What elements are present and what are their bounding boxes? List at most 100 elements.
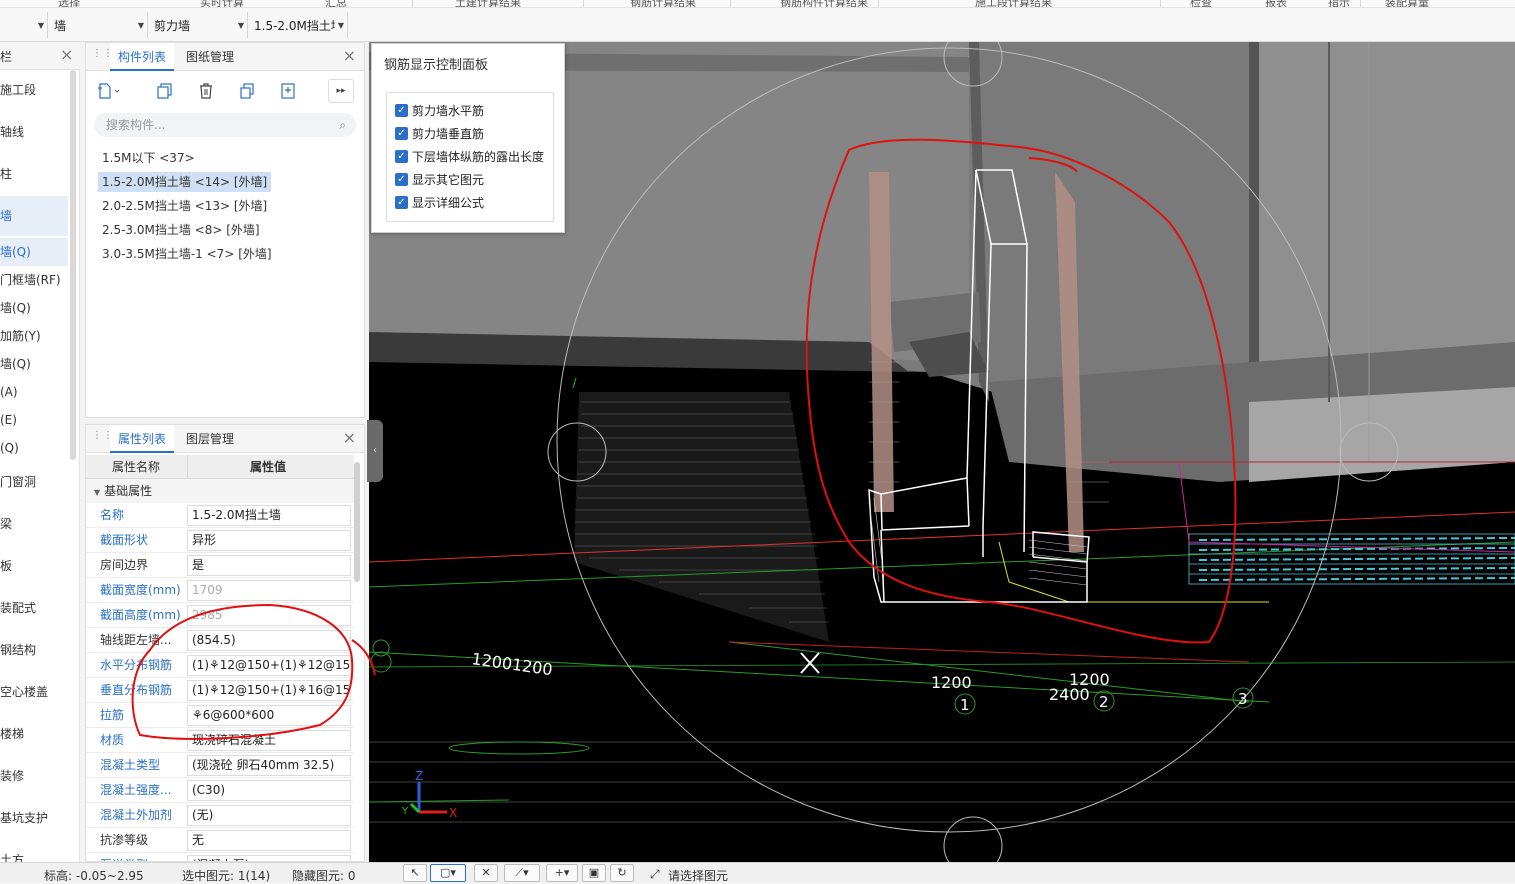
screen-icon[interactable]: ▣: [582, 864, 606, 882]
checkbox-show-other-elements[interactable]: ✓ 显示其它图元: [395, 170, 484, 188]
property-group-basic[interactable]: ▼ 基础属性: [86, 479, 354, 503]
property-scrollbar[interactable]: [354, 462, 360, 582]
property-panel-tabs: ⋮⋮ 属性列表 图层管理 ×: [86, 425, 364, 453]
nav-item[interactable]: 墙: [0, 196, 68, 236]
copy-icon[interactable]: [152, 79, 178, 103]
ribbon-item[interactable]: 实时计算: [200, 0, 244, 7]
property-value-field[interactable]: (C30): [187, 780, 351, 801]
layer-copy-icon[interactable]: [275, 79, 301, 103]
nav-item[interactable]: (A): [0, 378, 68, 406]
component-list-item[interactable]: 1.5-2.0M挡土墙 <14> [外墙]: [98, 172, 272, 192]
nav-item[interactable]: 墙(Q): [0, 350, 68, 378]
rotate-icon[interactable]: ↻: [610, 864, 634, 882]
close-icon[interactable]: ×: [343, 430, 356, 446]
svg-text:1: 1: [960, 696, 970, 714]
nav-item[interactable]: 墙(Q): [0, 238, 68, 266]
ribbon-item[interactable]: 土建计算结果: [455, 0, 521, 7]
tab-layer-management[interactable]: 图层管理: [178, 425, 242, 453]
nav-item[interactable]: 板: [0, 546, 68, 586]
nav-item[interactable]: 装配式: [0, 588, 68, 628]
nav-item[interactable]: 加筋(Y): [0, 322, 68, 350]
status-bar: 标高: -0.05~2.95 选中图元: 1(14) 隐藏图元: 0 ↖ ▢▾ …: [0, 862, 1515, 883]
more-tools-icon[interactable]: ▸▸: [328, 79, 354, 103]
tab-drawing-management[interactable]: 图纸管理: [178, 43, 242, 71]
property-value-field[interactable]: (现浇砼 卵石40mm 32.5): [187, 755, 351, 776]
floor-dropdown[interactable]: ▼: [0, 12, 48, 38]
nav-item[interactable]: (Q): [0, 434, 68, 462]
duplicate-icon[interactable]: [234, 79, 260, 103]
box-select-icon[interactable]: ▢▾: [430, 864, 466, 882]
property-value-field[interactable]: 2985: [187, 605, 351, 626]
property-value-field[interactable]: (1)⚘12@150+(1)⚘16@150: [187, 680, 351, 701]
component-list-item[interactable]: 2.0-2.5M挡土墙 <13> [外墙]: [98, 196, 271, 216]
cross-select-icon[interactable]: ✕: [474, 864, 498, 882]
nav-item[interactable]: 楼梯: [0, 714, 68, 754]
category-dropdown[interactable]: 墙 ▼: [48, 12, 148, 38]
property-value-field[interactable]: (无): [187, 805, 351, 826]
line-select-icon[interactable]: ⟋▾: [504, 864, 540, 882]
close-icon[interactable]: ×: [60, 45, 73, 64]
property-row: 混凝土强度... (C30): [86, 778, 354, 803]
drag-handle-icon[interactable]: ⋮⋮: [92, 431, 113, 446]
property-value-field[interactable]: 1709: [187, 580, 351, 601]
ribbon-item[interactable]: 检查: [1190, 0, 1212, 7]
nav-item[interactable]: 梁: [0, 504, 68, 544]
tab-property-list[interactable]: 属性列表: [110, 425, 175, 453]
checkbox-horizontal-rebar[interactable]: ✓ 剪力墙水平筋: [395, 101, 484, 119]
ribbon-item[interactable]: 报表: [1265, 0, 1287, 7]
svg-text:Z: Z: [415, 769, 423, 783]
select-mode-icon[interactable]: ↖: [403, 864, 427, 882]
property-row: 拉筋 ⚘6@600*600: [86, 703, 354, 728]
property-value-field[interactable]: 异形: [187, 530, 351, 551]
nav-item[interactable]: 施工段: [0, 70, 68, 110]
nav-item[interactable]: 轴线: [0, 112, 68, 152]
property-row: 泵送类型(混凝土泵): [86, 853, 354, 861]
component-list-item[interactable]: 2.5-3.0M挡土墙 <8> [外墙]: [98, 220, 264, 240]
ribbon-item[interactable]: 钢筋构件计算结果: [780, 0, 868, 7]
checkbox-exposed-length[interactable]: ✓ 下层墙体纵筋的露出长度: [395, 147, 544, 165]
nav-item[interactable]: 装修: [0, 756, 68, 796]
component-list-item[interactable]: 3.0-3.5M挡土墙-1 <7> [外墙]: [98, 244, 276, 264]
property-value-field[interactable]: (1)⚘12@150+(1)⚘12@150: [187, 655, 351, 676]
nav-item[interactable]: 空心楼盖: [0, 672, 68, 712]
property-name: 垂直分布钢筋: [100, 683, 173, 697]
drag-handle-icon[interactable]: ⋮⋮: [92, 49, 113, 64]
ribbon-item[interactable]: 装配算量: [1385, 0, 1429, 7]
search-input[interactable]: 搜索构件... ⌕: [94, 113, 356, 137]
ribbon-item[interactable]: 钢筋计算结果: [630, 0, 696, 7]
property-value-field[interactable]: (混凝土泵): [187, 855, 351, 861]
tab-component-list[interactable]: 构件列表: [110, 43, 175, 71]
chevron-down-icon: ▼: [37, 20, 45, 30]
nav-item[interactable]: 门框墙(RF): [0, 266, 68, 294]
property-value-field[interactable]: (854.5): [187, 630, 351, 651]
ribbon-item[interactable]: 选择: [58, 0, 80, 7]
nav-item[interactable]: 柱: [0, 154, 68, 194]
property-value-field[interactable]: ⚘6@600*600: [187, 705, 351, 726]
property-value-field[interactable]: 1.5-2.0M挡土墙: [187, 505, 351, 526]
nav-item[interactable]: 钢结构: [0, 630, 68, 670]
nav-item[interactable]: 墙(Q): [0, 294, 68, 322]
property-value-field[interactable]: 是: [187, 555, 351, 576]
add-point-icon[interactable]: +▾: [546, 864, 578, 882]
component-list-item[interactable]: 1.5M以下 <37>: [98, 148, 199, 168]
left-navigation-scrollbar[interactable]: [70, 70, 76, 460]
new-component-button[interactable]: [96, 79, 122, 103]
property-value-field[interactable]: 无: [187, 830, 351, 851]
type-dropdown[interactable]: 剪力墙 ▼: [148, 12, 248, 38]
ribbon-item[interactable]: 指示: [1328, 0, 1350, 7]
close-icon[interactable]: ×: [343, 48, 356, 64]
nav-item[interactable]: 门窗洞: [0, 462, 68, 502]
property-row: 水平分布钢筋 (1)⚘12@150+(1)⚘12@150: [86, 653, 354, 678]
nav-item[interactable]: 基坑支护: [0, 798, 68, 838]
checkbox-show-detailed-formula[interactable]: ✓ 显示详细公式: [395, 193, 484, 211]
delete-icon[interactable]: [193, 79, 219, 103]
nav-item[interactable]: (E): [0, 406, 68, 434]
axes-gizmo: Z X Y: [401, 769, 457, 820]
checkbox-vertical-rebar[interactable]: ✓ 剪力墙垂直筋: [395, 124, 484, 142]
component-dropdown[interactable]: 1.5-2.0M挡土墙 ▼: [248, 12, 348, 38]
panel-collapse-button[interactable]: ‹: [367, 420, 383, 482]
ribbon-item[interactable]: 施工段计算结果: [975, 0, 1052, 7]
property-value-field[interactable]: 现浇碎石混凝土: [187, 730, 351, 751]
svg-text:X: X: [449, 806, 457, 820]
ribbon-item[interactable]: 汇总: [325, 0, 347, 7]
